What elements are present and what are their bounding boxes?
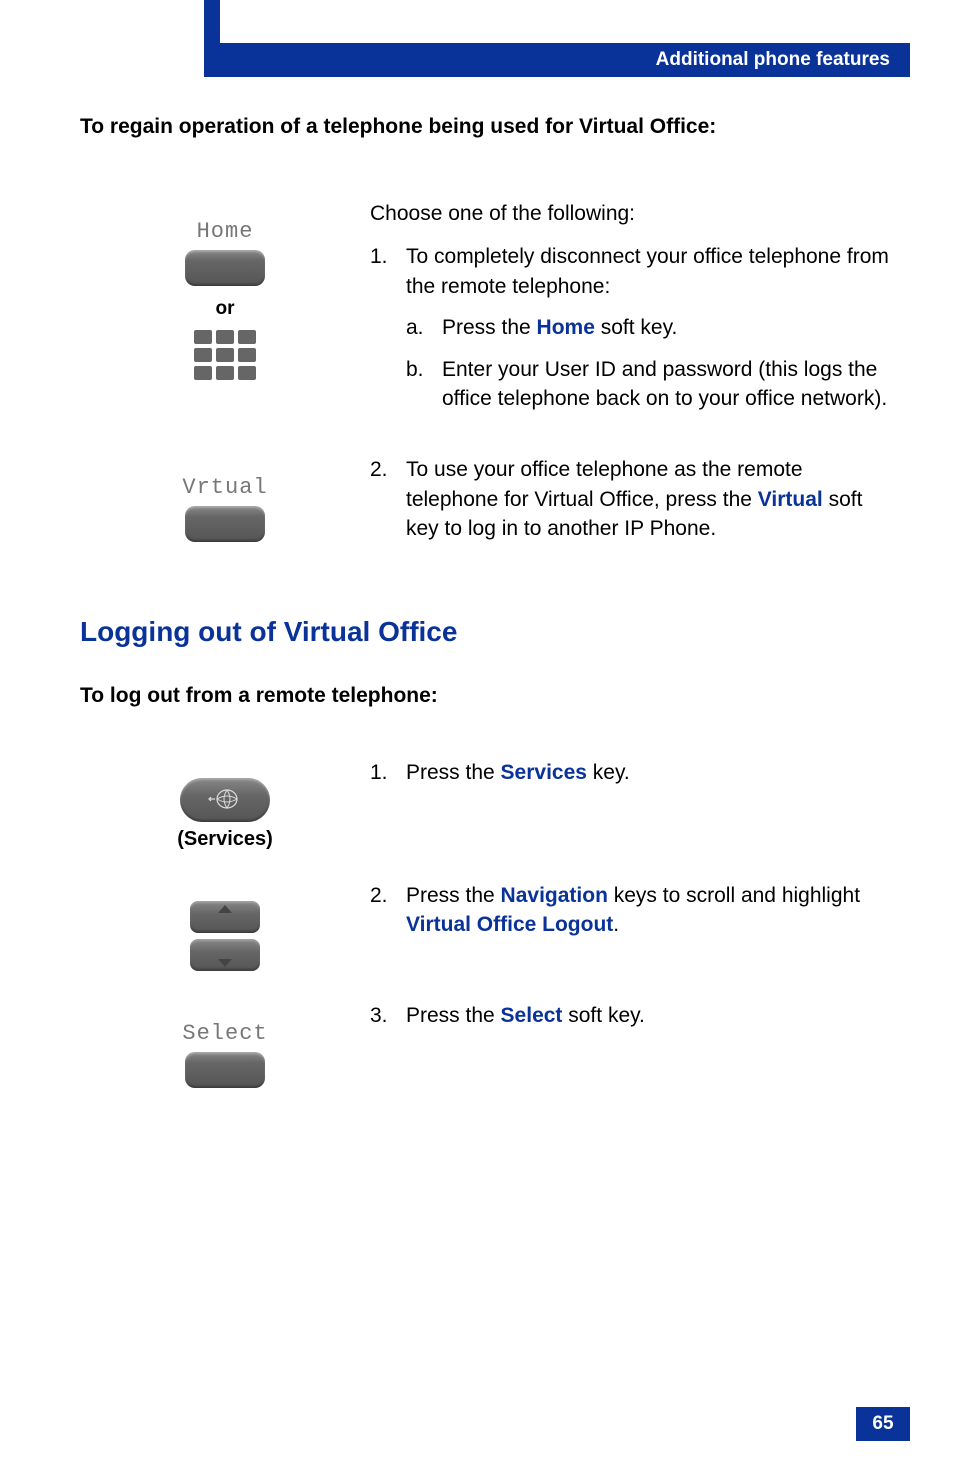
item-1-num: 1. [370, 242, 406, 301]
icon-col-services: (Services) [80, 758, 370, 851]
block-virtual: Vrtual 2. To use your office telephone a… [80, 455, 894, 555]
page-header: Additional phone features [204, 43, 910, 77]
icon-col-home: Home or [80, 199, 370, 380]
icon-col-select: Select [80, 1001, 370, 1088]
home-key-term: Home [537, 316, 595, 339]
nav-down-icon [190, 939, 260, 971]
block-navigation: 2. Press the Navigation keys to scroll a… [80, 881, 894, 971]
icon-col-virtual: Vrtual [80, 455, 370, 542]
nav-keys [190, 901, 260, 971]
text-col-step2: 2. Press the Navigation keys to scroll a… [370, 881, 894, 952]
softkey-virtual-label: Vrtual [182, 475, 267, 500]
item-1: 1. To completely disconnect your office … [370, 242, 894, 301]
item-1b-num: b. [406, 355, 442, 414]
or-label: or [216, 298, 235, 320]
step-2-text: Press the Navigation keys to scroll and … [406, 881, 894, 940]
text-col-step3: 3. Press the Select soft key. [370, 1001, 894, 1042]
select-key-term: Select [501, 1004, 563, 1027]
nav-up-icon [190, 901, 260, 933]
step-1: 1. Press the Services key. [370, 758, 894, 787]
softkey-home [185, 250, 265, 286]
header-title: Additional phone features [656, 49, 890, 71]
text-col-1: Choose one of the following: 1. To compl… [370, 199, 894, 425]
page-number: 65 [856, 1407, 910, 1441]
item-1b-text: Enter your User ID and password (this lo… [442, 355, 894, 414]
item-2-text: To use your office telephone as the remo… [406, 455, 894, 543]
item-1b: b. Enter your User ID and password (this… [406, 355, 894, 414]
intro-text: Choose one of the following: [370, 199, 894, 228]
block-services: (Services) 1. Press the Services key. [80, 758, 894, 851]
text-col-step1: 1. Press the Services key. [370, 758, 894, 799]
item-1-text: To completely disconnect your office tel… [406, 242, 894, 301]
item-1a-text: Press the Home soft key. [442, 313, 677, 342]
step-3-num: 3. [370, 1001, 406, 1030]
section2-title: Logging out of Virtual Office [80, 616, 894, 648]
nav-key-term: Navigation [501, 884, 608, 907]
section1-heading: To regain operation of a telephone being… [80, 115, 894, 139]
text-col-2: 2. To use your office telephone as the r… [370, 455, 894, 555]
item-2: 2. To use your office telephone as the r… [370, 455, 894, 543]
page-content: To regain operation of a telephone being… [80, 115, 894, 1118]
item-1a: a. Press the Home soft key. [406, 313, 894, 342]
icon-col-nav [80, 881, 370, 971]
item-2-num: 2. [370, 455, 406, 543]
step-2-num: 2. [370, 881, 406, 940]
services-button [180, 778, 270, 822]
keypad-icon [194, 330, 256, 380]
globe-icon [205, 787, 245, 812]
header-stripe [204, 0, 220, 44]
softkey-select-label: Select [182, 1021, 267, 1046]
step-1-num: 1. [370, 758, 406, 787]
softkey-home-label: Home [197, 219, 254, 244]
step-1-text: Press the Services key. [406, 758, 630, 787]
block-home: Home or Choose one of the following: 1. … [80, 199, 894, 425]
logout-key-term: Virtual Office Logout [406, 913, 613, 936]
softkey-virtual [185, 506, 265, 542]
softkey-select [185, 1052, 265, 1088]
step-2: 2. Press the Navigation keys to scroll a… [370, 881, 894, 940]
item-1a-num: a. [406, 313, 442, 342]
virtual-key-term: Virtual [758, 488, 823, 511]
services-label: (Services) [177, 828, 273, 851]
section2-heading: To log out from a remote telephone: [80, 684, 894, 708]
step-3: 3. Press the Select soft key. [370, 1001, 894, 1030]
step-3-text: Press the Select soft key. [406, 1001, 645, 1030]
services-key-term: Services [501, 761, 587, 784]
block-select: Select 3. Press the Select soft key. [80, 1001, 894, 1088]
